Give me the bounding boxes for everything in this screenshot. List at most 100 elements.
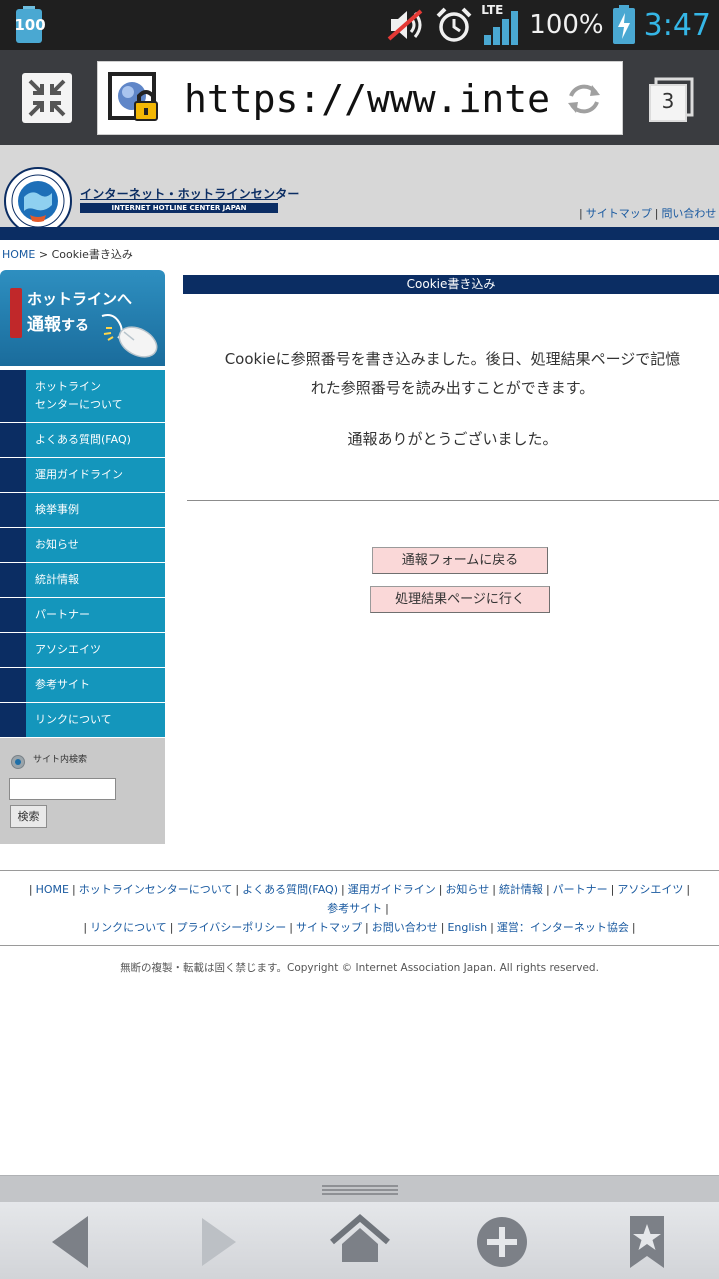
tab-count: 3 xyxy=(661,89,675,113)
nav-tab-marker xyxy=(0,423,26,457)
footer-link-partners[interactable]: パートナー xyxy=(553,883,608,896)
logo-rule xyxy=(80,199,278,200)
search-button[interactable]: 検索 xyxy=(10,805,47,828)
site-search-radio[interactable] xyxy=(11,755,25,769)
sidebar-item-partners[interactable]: パートナー xyxy=(0,598,165,633)
browser-bottom-bar xyxy=(0,1202,719,1279)
footer-bottom-rule xyxy=(0,945,719,946)
header-link-contact[interactable]: 問い合わせ xyxy=(661,207,716,220)
footer-row-1: | HOME | ホットラインセンターについて | よくある質問(FAQ) | 運用ガイドライ… xyxy=(28,883,691,896)
back-arrow-icon xyxy=(52,1216,88,1268)
footer-row-3: | リンクについて | プライバシーポリシー | サイトマップ | お問い合わせ | Englis… xyxy=(83,921,636,934)
nav-tab-marker xyxy=(0,703,26,737)
footer-top-rule xyxy=(0,870,719,871)
footer-link-sitemap[interactable]: サイトマップ xyxy=(296,921,362,934)
browser-toolbar: https://www.internet 3 xyxy=(0,50,719,145)
site-header: インターネット・ホットラインセンター INTERNET HOTLINE CENT… xyxy=(0,145,719,235)
back-button[interactable] xyxy=(40,1212,100,1272)
battery-percent-text: 100% xyxy=(529,10,604,40)
banner-line1: ホットラインへ xyxy=(27,290,133,308)
footer-nav: | HOME | ホットラインセンターについて | よくある質問(FAQ) | 運用ガイドライ… xyxy=(0,880,719,937)
footer-link-reference-sites[interactable]: 参考サイト xyxy=(327,902,382,915)
collapse-arrows-icon[interactable] xyxy=(22,73,72,123)
search-input[interactable] xyxy=(9,778,116,800)
cookie-message-line1: Cookieに参照番号を書き込みました。後日、処理結果ページで記憶 xyxy=(224,350,681,368)
bookmarks-button[interactable] xyxy=(618,1212,678,1272)
mouse-icon xyxy=(100,310,162,358)
banner-line2-rest: する xyxy=(61,318,89,334)
sidebar-item-label: お知らせ xyxy=(35,538,79,551)
sidebar-item-faq[interactable]: よくある質問(FAQ) xyxy=(0,423,165,458)
sidebar-item-statistics[interactable]: 統計情報 xyxy=(0,563,165,598)
sidebar-item-label: よくある質問(FAQ) xyxy=(35,433,131,446)
banner-red-marker xyxy=(10,288,22,338)
new-tab-button[interactable] xyxy=(472,1212,532,1272)
content-divider xyxy=(187,500,719,501)
footer-link-news[interactable]: お知らせ xyxy=(445,883,489,896)
breadcrumb-home-link[interactable]: HOME xyxy=(2,248,35,261)
sidebar-item-arrest-cases[interactable]: 検挙事例 xyxy=(0,493,165,528)
sidebar-item-link-policy[interactable]: リンクについて xyxy=(0,703,165,738)
forward-button[interactable] xyxy=(188,1212,248,1272)
home-icon xyxy=(330,1214,390,1262)
nav-tab-marker xyxy=(0,528,26,562)
report-to-hotline-banner[interactable]: ホットラインへ 通報する xyxy=(0,270,165,366)
footer-link-guidelines[interactable]: 運用ガイドライン xyxy=(348,883,436,896)
reload-icon[interactable] xyxy=(564,79,604,119)
status-bar: 100 LTE 100% 3:47 xyxy=(0,0,719,50)
footer-link-statistics[interactable]: 統計情報 xyxy=(499,883,543,896)
battery-charging-icon xyxy=(612,5,635,44)
site-search-label: サイト内検索 xyxy=(33,755,88,765)
sidebar-item-guidelines[interactable]: 運用ガイドライン xyxy=(0,458,165,493)
go-to-results-page-button[interactable]: 処理結果ページに行く xyxy=(370,586,550,613)
sidebar-item-label: 参考サイト xyxy=(35,678,90,691)
banner-line2-bold: 通報 xyxy=(27,315,61,335)
header-links: | サイトマップ | 問い合わせ xyxy=(579,207,717,220)
sidebar-item-associates[interactable]: アソシエイツ xyxy=(0,633,165,668)
battery-icon: 100 xyxy=(14,6,46,44)
mute-icon xyxy=(387,9,423,41)
sidebar-item-label: アソシエイツ xyxy=(35,643,101,656)
header-link-sitemap[interactable]: サイトマップ xyxy=(586,207,652,220)
plus-circle-icon xyxy=(477,1217,527,1267)
banner-line2: 通報する xyxy=(27,310,89,335)
footer-link-link-policy[interactable]: リンクについて xyxy=(90,921,167,934)
nav-tab-marker xyxy=(0,598,26,632)
copyright-text: 無断の複製・転載は固く禁じます。Copyright © Internet Ass… xyxy=(120,962,599,974)
cookie-message: Cookieに参照番号を書き込みました。後日、処理結果ページで記憶 れた参照番号… xyxy=(186,345,719,403)
tabs-button[interactable]: 3 xyxy=(648,77,694,123)
nav-tab-marker xyxy=(0,370,26,422)
nav-tab-marker xyxy=(0,563,26,597)
status-icons: LTE 100% 3:47 xyxy=(387,0,711,50)
sidebar-item-label: 検挙事例 xyxy=(35,503,79,516)
url-bar[interactable]: https://www.internet xyxy=(97,61,623,135)
footer-link-about[interactable]: ホットラインセンターについて xyxy=(79,883,233,896)
hotline-seal-logo[interactable] xyxy=(4,167,72,235)
nav-tab-marker xyxy=(0,633,26,667)
home-button[interactable] xyxy=(330,1212,390,1272)
screen: 100 LTE 100% 3:47 https://www.inte 3 インタ… xyxy=(0,0,719,1279)
footer-link-operator[interactable]: 運営：インターネット協会 xyxy=(497,921,629,934)
footer-link-associates[interactable]: アソシエイツ xyxy=(617,883,683,896)
footer-link-home[interactable]: HOME xyxy=(36,883,69,896)
nav-tab-marker xyxy=(0,458,26,492)
footer-link-contact[interactable]: お問い合わせ xyxy=(372,921,438,934)
footer-link-privacy[interactable]: プライバシーポリシー xyxy=(177,921,287,934)
sidebar-item-label-line2: センターについて xyxy=(35,398,123,411)
drag-handle-icon xyxy=(322,1185,398,1195)
logo-subtitle: INTERNET HOTLINE CENTER JAPAN xyxy=(80,203,278,213)
signal-icon: LTE xyxy=(481,3,521,45)
breadcrumb-current: Cookie書き込み xyxy=(51,248,133,261)
sidebar-item-reference-sites[interactable]: 参考サイト xyxy=(0,668,165,703)
sidebar-item-about[interactable]: ホットライン センターについて xyxy=(0,370,165,423)
sidebar-item-news[interactable]: お知らせ xyxy=(0,528,165,563)
bottom-bar-handle[interactable] xyxy=(0,1175,719,1202)
web-page: インターネット・ホットラインセンター INTERNET HOTLINE CENT… xyxy=(0,145,719,1175)
footer-link-english[interactable]: English xyxy=(447,921,487,934)
back-to-report-form-button[interactable]: 通報フォームに戻る xyxy=(372,547,548,574)
footer-link-faq[interactable]: よくある質問(FAQ) xyxy=(242,883,338,896)
sidebar-item-label: ホットライン センターについて xyxy=(35,370,123,422)
sidebar-item-label: リンクについて xyxy=(35,713,112,726)
secure-lock-icon xyxy=(108,72,164,128)
breadcrumb: HOME > Cookie書き込み xyxy=(2,246,133,262)
